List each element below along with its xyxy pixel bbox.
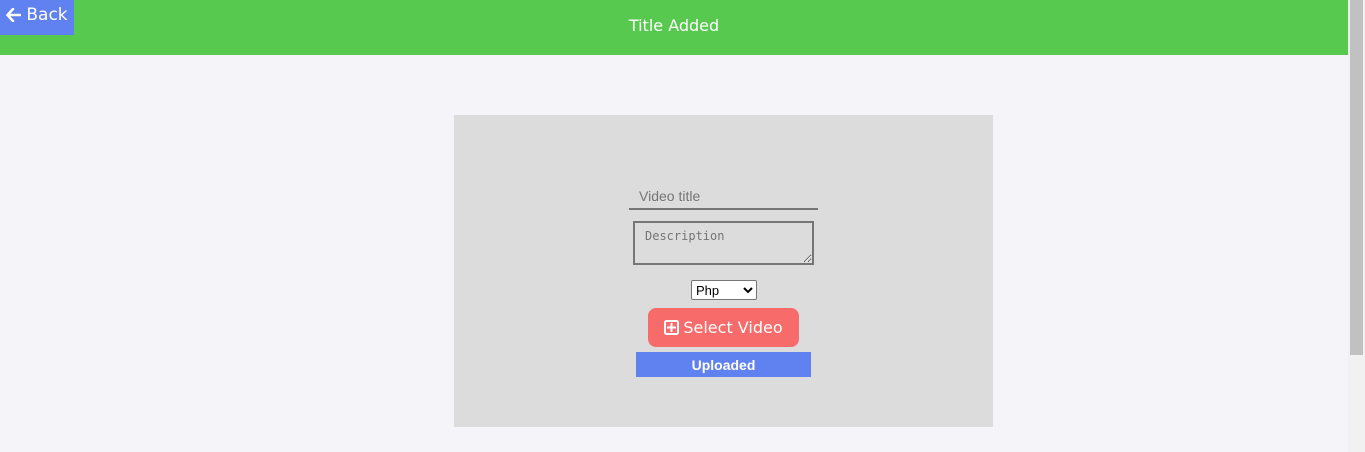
- app-header: Title Added Back: [0, 0, 1348, 55]
- category-select[interactable]: Php: [691, 280, 757, 300]
- select-video-button[interactable]: Select Video: [648, 308, 799, 347]
- plus-square-icon: [664, 320, 680, 335]
- page-title: Title Added: [628, 15, 720, 35]
- back-button-label: Back: [26, 4, 68, 25]
- upload-status-bar: Uploaded: [636, 352, 811, 377]
- select-video-label: Select Video: [683, 318, 783, 337]
- upload-status-text: Uploaded: [691, 356, 756, 373]
- arrow-left-icon: [6, 7, 22, 22]
- back-button[interactable]: Back: [0, 0, 74, 35]
- description-field[interactable]: [633, 221, 814, 265]
- page-scrollbar[interactable]: [1348, 0, 1365, 452]
- scrollbar-thumb[interactable]: [1350, 0, 1363, 355]
- upload-card: Php Select Video Uploaded: [454, 115, 993, 427]
- video-title-input[interactable]: [629, 184, 818, 210]
